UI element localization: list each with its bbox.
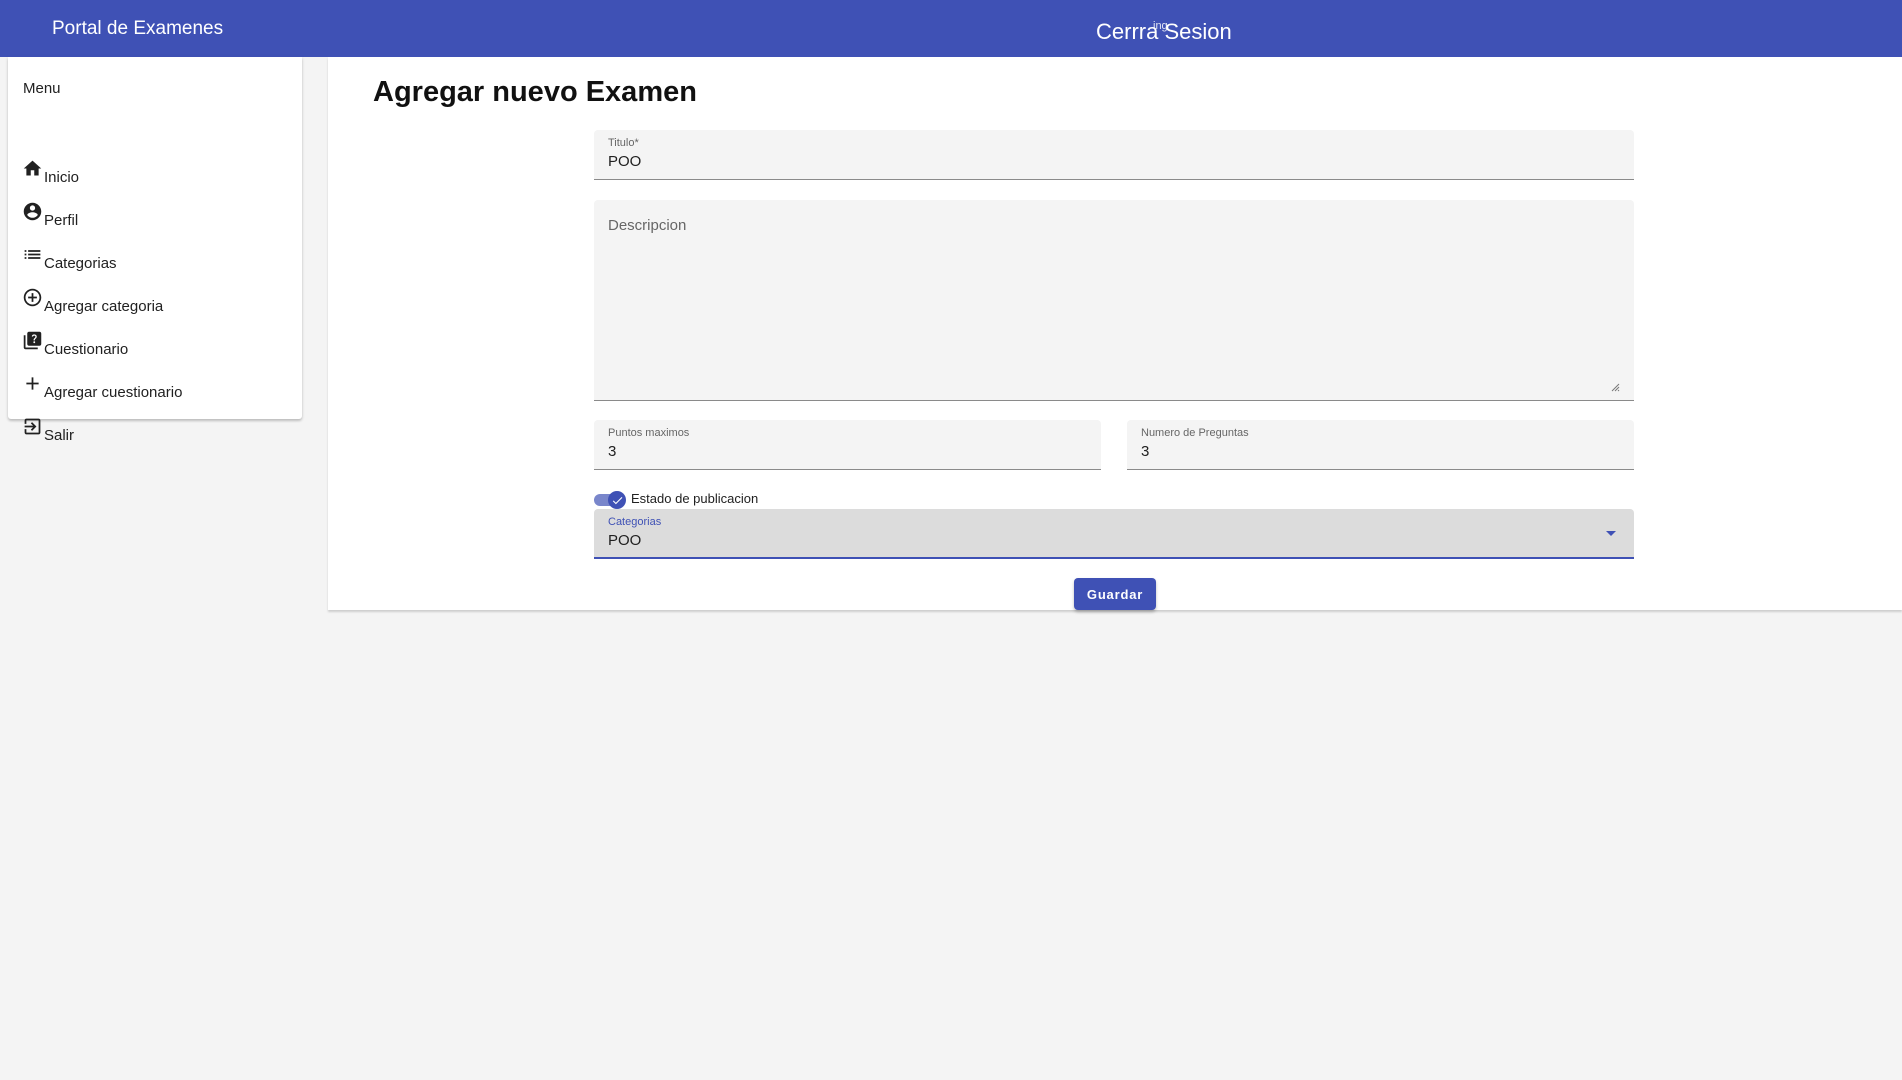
titulo-label: Titulo*	[608, 137, 639, 149]
add-circle-icon	[22, 287, 44, 309]
sidebar-item-label: Perfil	[44, 212, 79, 229]
resize-handle-icon[interactable]	[1610, 382, 1620, 392]
sidebar-item-label: Agregar categoria	[44, 298, 164, 315]
puntos-label: Puntos maximos	[608, 427, 690, 439]
sidebar-item-label: Cuestionario	[44, 341, 129, 358]
check-icon	[608, 491, 626, 509]
sidebar-item-label: Agregar cuestionario	[44, 384, 183, 401]
sidebar-item-label: Categorias	[44, 255, 117, 272]
menu-title: Menu	[23, 80, 61, 97]
titulo-field[interactable]: Titulo* POO	[594, 130, 1634, 180]
quiz-icon	[22, 330, 44, 352]
categorias-value: POO	[608, 532, 642, 549]
guardar-button[interactable]: Guardar	[1074, 578, 1156, 610]
sidebar-menu: Menu Inicio Perfil Categorias Agregar ca…	[8, 57, 302, 444]
top-toolbar: Portal de Examenes Cerrra Sesion ing	[0, 0, 1902, 57]
descripcion-placeholder: Descripcion	[608, 217, 687, 234]
page-title: Agregar nuevo Examen	[373, 76, 697, 108]
puntos-value: 3	[608, 443, 617, 460]
sidebar-item-agregar-cuestionario[interactable]: Agregar cuestionario	[22, 370, 282, 404]
sidebar-item-categorias[interactable]: Categorias	[22, 241, 282, 275]
descripcion-textarea[interactable]: Descripcion	[594, 200, 1634, 401]
sidebar-item-perfil[interactable]: Perfil	[22, 198, 282, 232]
brand-title[interactable]: Portal de Examenes	[52, 18, 223, 40]
plus-icon	[22, 373, 44, 395]
main-content-card: Agregar nuevo Examen Titulo* POO Descrip…	[328, 57, 1902, 610]
categorias-select[interactable]: Categorias POO	[594, 509, 1634, 559]
categorias-label: Categorias	[608, 516, 662, 528]
titulo-value: POO	[608, 153, 642, 170]
sidebar-item-salir[interactable]: Salir	[22, 413, 282, 447]
sidebar-item-inicio[interactable]: Inicio	[22, 155, 282, 189]
estado-publicacion-label: Estado de publicacion	[631, 491, 759, 506]
preguntas-label: Numero de Preguntas	[1141, 427, 1249, 439]
sidebar-item-agregar-categoria[interactable]: Agregar categoria	[22, 284, 282, 318]
estado-publicacion-toggle[interactable]	[594, 491, 628, 509]
sidebar-item-label: Inicio	[44, 169, 80, 186]
account-circle-icon	[22, 201, 44, 223]
puntos-maximos-field[interactable]: Puntos maximos 3	[594, 420, 1101, 470]
sidebar-item-cuestionario[interactable]: Cuestionario	[22, 327, 282, 361]
home-icon	[22, 158, 44, 180]
dropdown-arrow-icon	[1606, 531, 1616, 536]
logout-icon	[22, 416, 44, 438]
numero-preguntas-field[interactable]: Numero de Preguntas 3	[1127, 420, 1634, 470]
sidebar-item-label: Salir	[44, 427, 75, 444]
overlapping-text: ing	[1153, 20, 1168, 32]
preguntas-value: 3	[1141, 443, 1150, 460]
list-icon	[22, 244, 44, 266]
